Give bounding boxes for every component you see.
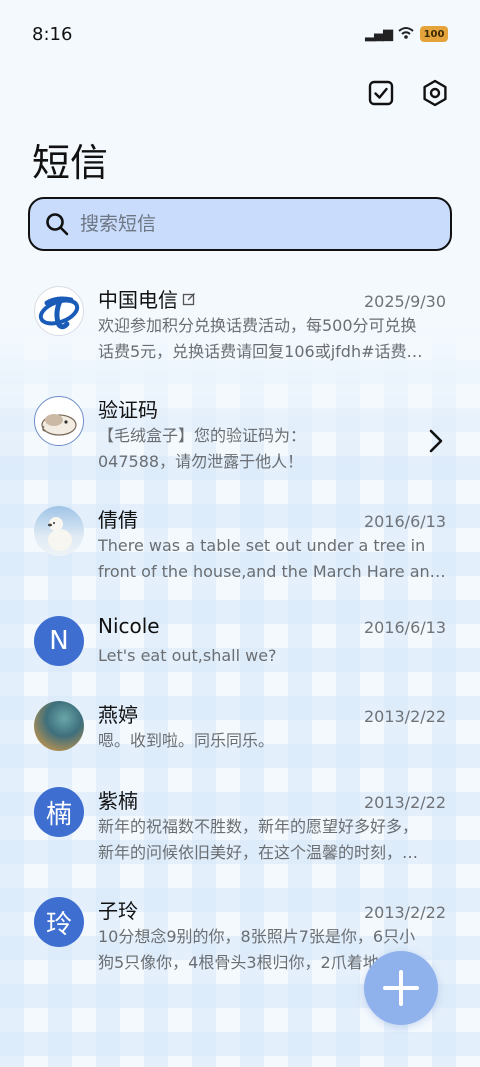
search-icon: [46, 213, 69, 236]
message-preview-line: 欢迎参加积分兑换话费活动，每500分可兑换: [98, 316, 417, 335]
conversation-name: 子玲: [98, 899, 138, 923]
conversation-date: 2025/9/30: [363, 292, 446, 311]
message-preview-line: 新年的祝福数不胜数，新年的愿望好多好多，: [98, 817, 419, 836]
message-preview-line: front of the house,and the March Hare an…: [98, 562, 446, 581]
message-preview-line: 新年的问候依旧美好，在这个温馨的时刻，…: [98, 843, 419, 862]
china-telecom-logo-icon: [34, 286, 84, 336]
conversation-name: 验证码: [98, 398, 158, 422]
conversation-item-nicole[interactable]: N Nicole 2016/6/13 Let's eat out,shall w…: [0, 600, 480, 685]
status-bar: 8:16 ▂▄▆ 100: [0, 0, 480, 68]
conversation-list: 中国电信 2025/9/30 欢迎参加积分兑换话费活动，每500分可兑换 话费5…: [0, 270, 480, 991]
conversation-date: 2016/6/13: [363, 512, 446, 531]
message-preview-line: Let's eat out,shall we?: [98, 646, 277, 665]
conversation-name: 倩倩: [98, 508, 138, 532]
toolbar: [364, 76, 452, 110]
avatar: 玲: [34, 897, 84, 947]
new-message-button[interactable]: [364, 951, 438, 1025]
conversation-date: 2013/2/22: [363, 793, 446, 812]
message-preview-line: 10分想念9别的你，8张照片7张是你，6只小: [98, 927, 416, 946]
message-preview-line: 047588，请勿泄露于他人！: [98, 452, 304, 471]
conversation-name-text: 中国电信: [98, 288, 178, 312]
signal-icon: ▂▄▆: [365, 26, 393, 42]
conversation-item-yanting[interactable]: 燕婷 2013/2/22 嗯。收到啦。同乐同乐。: [0, 685, 480, 771]
status-time: 8:16: [32, 23, 73, 45]
conversation-name: 紫楠: [98, 789, 138, 813]
status-icons: ▂▄▆ 100: [365, 26, 448, 43]
gear-icon: [423, 79, 447, 107]
conversation-item-zinan[interactable]: 楠 紫楠 2013/2/22 新年的祝福数不胜数，新年的愿望好多好多， 新年的问…: [0, 771, 480, 881]
conversation-name: Nicole: [98, 614, 160, 638]
search-input[interactable]: [80, 213, 420, 235]
page-title: 短信: [32, 141, 109, 185]
message-preview-line: 【毛绒盒子】您的验证码为：: [98, 426, 307, 445]
conversation-date: 2016/6/13: [363, 618, 446, 637]
avatar: 楠: [34, 787, 84, 837]
battery-icon: 100: [420, 26, 448, 42]
conversation-item-china-telecom[interactable]: 中国电信 2025/9/30 欢迎参加积分兑换话费活动，每500分可兑换 话费5…: [0, 270, 480, 380]
conversation-name: 燕婷: [98, 703, 138, 727]
polar-bear-avatar-icon: [34, 506, 84, 556]
plush-dog-avatar-icon: [34, 396, 84, 446]
search-bar[interactable]: [28, 197, 452, 251]
message-preview-line: There was a table set out under a tree i…: [98, 536, 426, 555]
checkbox-icon: [368, 80, 394, 106]
conversation-item-verification-code[interactable]: 验证码 【毛绒盒子】您的验证码为： 047588，请勿泄露于他人！: [0, 380, 480, 490]
conversation-name: 中国电信: [98, 284, 196, 313]
conversation-date: 2013/2/22: [363, 707, 446, 726]
message-preview-line: 话费5元，兑换话费请回复106或jfdh#话费…: [98, 342, 423, 361]
photo-avatar-icon: [34, 701, 84, 751]
conversation-item-qianqian[interactable]: 倩倩 2016/6/13 There was a table set out u…: [0, 490, 480, 600]
plus-icon: [383, 970, 419, 1006]
message-preview-line: 嗯。收到啦。同乐同乐。: [98, 731, 275, 750]
wifi-icon: [398, 26, 414, 43]
settings-button[interactable]: [418, 76, 452, 110]
avatar: N: [34, 616, 84, 666]
multi-select-button[interactable]: [364, 76, 398, 110]
edit-icon: [182, 292, 195, 305]
chevron-right-icon[interactable]: [428, 428, 444, 454]
conversation-date: 2013/2/22: [363, 903, 446, 922]
